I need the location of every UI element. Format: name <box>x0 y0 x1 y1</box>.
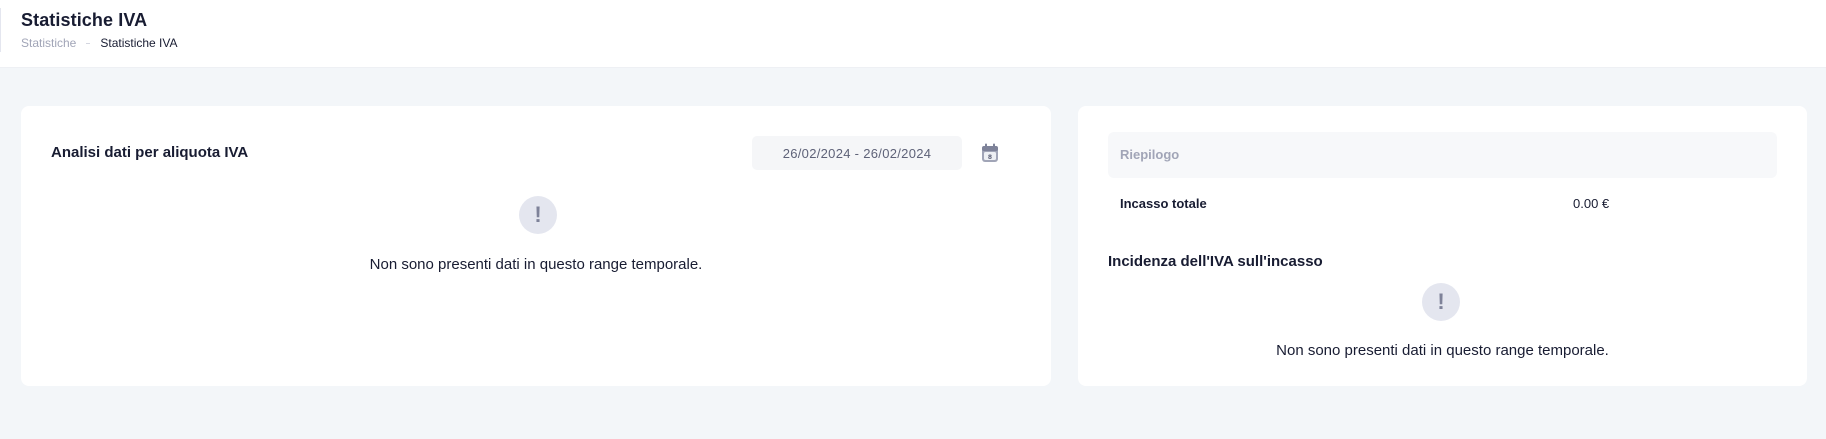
calendar-icon-graphic: 8 <box>982 143 998 162</box>
total-income-row: Incasso totale 0.00 € <box>1108 192 1777 216</box>
page-title: Statistiche IVA <box>21 10 148 30</box>
exclamation-icon: ! <box>1422 283 1460 321</box>
page-header: Statistiche IVA Statistiche Statistiche … <box>0 0 1826 68</box>
summary-header: Riepilogo <box>1108 132 1777 178</box>
breadcrumb-link-statistiche[interactable]: Statistiche <box>21 36 76 50</box>
total-income-value: 0.00 € <box>1573 196 1610 211</box>
calendar-icon[interactable]: 8 <box>979 141 1001 165</box>
total-income-label: Incasso totale <box>1120 196 1207 211</box>
vat-rate-analysis-title: Analisi dati per aliquota IVA <box>51 144 249 161</box>
vat-incidence-title: Incidenza dell'IVA sull'incasso <box>1108 253 1323 270</box>
empty-state-message: Non sono presenti dati in questo range t… <box>369 256 703 273</box>
header-divider <box>0 8 1 52</box>
summary-title: Riepilogo <box>1120 147 1180 162</box>
breadcrumb: Statistiche Statistiche IVA <box>21 36 178 50</box>
breadcrumb-current: Statistiche IVA <box>100 36 178 50</box>
vat-rate-analysis-card: Analisi dati per aliquota IVA 26/02/2024… <box>21 106 1051 386</box>
exclamation-icon: ! <box>519 196 557 234</box>
date-range-input[interactable]: 26/02/2024 - 26/02/2024 <box>752 136 962 170</box>
svg-text:8: 8 <box>988 154 992 161</box>
empty-state-message: Non sono presenti dati in questo range t… <box>1276 342 1609 359</box>
breadcrumb-separator <box>86 42 91 44</box>
summary-card: Riepilogo Incasso totale 0.00 € Incidenz… <box>1078 106 1807 386</box>
